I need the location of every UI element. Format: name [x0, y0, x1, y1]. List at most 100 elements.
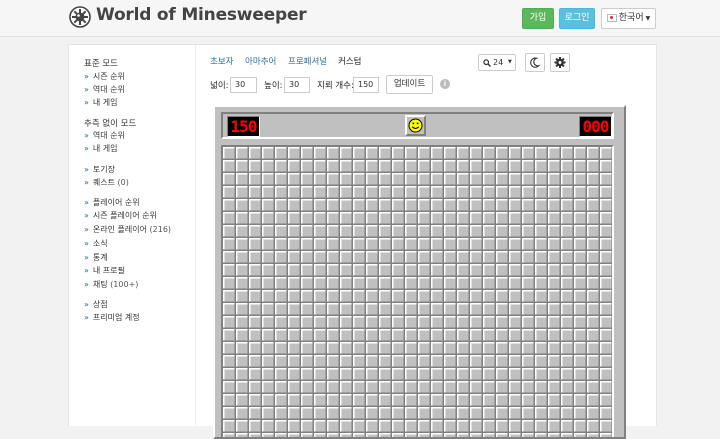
grid-cell[interactable]	[327, 316, 340, 329]
grid-cell[interactable]	[444, 173, 457, 186]
grid-cell[interactable]	[522, 381, 535, 394]
grid-cell[interactable]	[483, 433, 496, 439]
grid-cell[interactable]	[470, 238, 483, 251]
grid-cell[interactable]	[301, 251, 314, 264]
grid-cell[interactable]	[457, 160, 470, 173]
grid-cell[interactable]	[548, 277, 561, 290]
grid-cell[interactable]	[600, 186, 612, 199]
grid-cell[interactable]	[600, 407, 612, 420]
grid-cell[interactable]	[509, 290, 522, 303]
grid-cell[interactable]	[236, 147, 249, 160]
grid-cell[interactable]	[262, 355, 275, 368]
grid-cell[interactable]	[587, 342, 600, 355]
grid-cell[interactable]	[379, 264, 392, 277]
grid-cell[interactable]	[288, 251, 301, 264]
grid-cell[interactable]	[275, 355, 288, 368]
grid-cell[interactable]	[249, 225, 262, 238]
grid-cell[interactable]	[327, 342, 340, 355]
grid-cell[interactable]	[496, 225, 509, 238]
grid-cell[interactable]	[522, 342, 535, 355]
grid-cell[interactable]	[535, 160, 548, 173]
grid-cell[interactable]	[301, 277, 314, 290]
grid-cell[interactable]	[496, 433, 509, 439]
grid-cell[interactable]	[509, 407, 522, 420]
grid-cell[interactable]	[379, 238, 392, 251]
grid-cell[interactable]	[353, 329, 366, 342]
grid-cell[interactable]	[522, 420, 535, 433]
grid-cell[interactable]	[561, 407, 574, 420]
grid-cell[interactable]	[301, 173, 314, 186]
grid-cell[interactable]	[223, 420, 236, 433]
grid-cell[interactable]	[496, 329, 509, 342]
sidebar-item-premium[interactable]: »프리미엄 계정	[84, 312, 140, 323]
grid-cell[interactable]	[340, 355, 353, 368]
grid-cell[interactable]	[314, 368, 327, 381]
grid-cell[interactable]	[418, 238, 431, 251]
grid-cell[interactable]	[223, 199, 236, 212]
grid-cell[interactable]	[288, 160, 301, 173]
grid-cell[interactable]	[509, 394, 522, 407]
grid-cell[interactable]	[392, 173, 405, 186]
grid-cell[interactable]	[444, 290, 457, 303]
grid-cell[interactable]	[431, 251, 444, 264]
grid-cell[interactable]	[561, 277, 574, 290]
grid-cell[interactable]	[418, 186, 431, 199]
grid-cell[interactable]	[366, 303, 379, 316]
grid-cell[interactable]	[587, 355, 600, 368]
grid-cell[interactable]	[457, 355, 470, 368]
grid-cell[interactable]	[600, 290, 612, 303]
grid-cell[interactable]	[561, 238, 574, 251]
grid-cell[interactable]	[587, 212, 600, 225]
grid-cell[interactable]	[327, 199, 340, 212]
grid-cell[interactable]	[431, 316, 444, 329]
grid-cell[interactable]	[457, 433, 470, 439]
sidebar-item-noguess-ranking[interactable]: »역대 순위	[84, 130, 125, 141]
grid-cell[interactable]	[353, 303, 366, 316]
grid-cell[interactable]	[470, 329, 483, 342]
grid-cell[interactable]	[431, 355, 444, 368]
grid-cell[interactable]	[496, 381, 509, 394]
grid-cell[interactable]	[379, 316, 392, 329]
grid-cell[interactable]	[405, 264, 418, 277]
grid-cell[interactable]	[431, 290, 444, 303]
grid-cell[interactable]	[301, 342, 314, 355]
grid-cell[interactable]	[431, 407, 444, 420]
sidebar-item-player-ranking[interactable]: »플레이어 순위	[84, 197, 140, 208]
grid-cell[interactable]	[301, 303, 314, 316]
grid-cell[interactable]	[418, 225, 431, 238]
grid-cell[interactable]	[275, 368, 288, 381]
grid-cell[interactable]	[444, 186, 457, 199]
grid-cell[interactable]	[496, 342, 509, 355]
grid-cell[interactable]	[418, 277, 431, 290]
grid-cell[interactable]	[314, 238, 327, 251]
grid-cell[interactable]	[340, 407, 353, 420]
grid-cell[interactable]	[418, 251, 431, 264]
grid-cell[interactable]	[483, 238, 496, 251]
grid-cell[interactable]	[249, 199, 262, 212]
grid-cell[interactable]	[431, 264, 444, 277]
grid-cell[interactable]	[496, 199, 509, 212]
grid-cell[interactable]	[535, 303, 548, 316]
grid-cell[interactable]	[457, 342, 470, 355]
grid-cell[interactable]	[353, 186, 366, 199]
grid-cell[interactable]	[496, 355, 509, 368]
grid-cell[interactable]	[340, 147, 353, 160]
grid-cell[interactable]	[249, 394, 262, 407]
zoom-select[interactable]: 24 ▼	[478, 54, 516, 71]
sidebar-item-stats[interactable]: »통계	[84, 252, 108, 263]
grid-cell[interactable]	[236, 407, 249, 420]
grid-cell[interactable]	[496, 420, 509, 433]
grid-cell[interactable]	[379, 212, 392, 225]
grid-cell[interactable]	[223, 355, 236, 368]
grid-cell[interactable]	[587, 225, 600, 238]
grid-cell[interactable]	[223, 238, 236, 251]
grid-cell[interactable]	[405, 303, 418, 316]
grid-cell[interactable]	[561, 420, 574, 433]
grid-cell[interactable]	[587, 147, 600, 160]
grid-cell[interactable]	[587, 329, 600, 342]
grid-cell[interactable]	[548, 394, 561, 407]
grid-cell[interactable]	[366, 251, 379, 264]
grid-cell[interactable]	[249, 251, 262, 264]
grid-cell[interactable]	[431, 173, 444, 186]
grid-cell[interactable]	[288, 407, 301, 420]
